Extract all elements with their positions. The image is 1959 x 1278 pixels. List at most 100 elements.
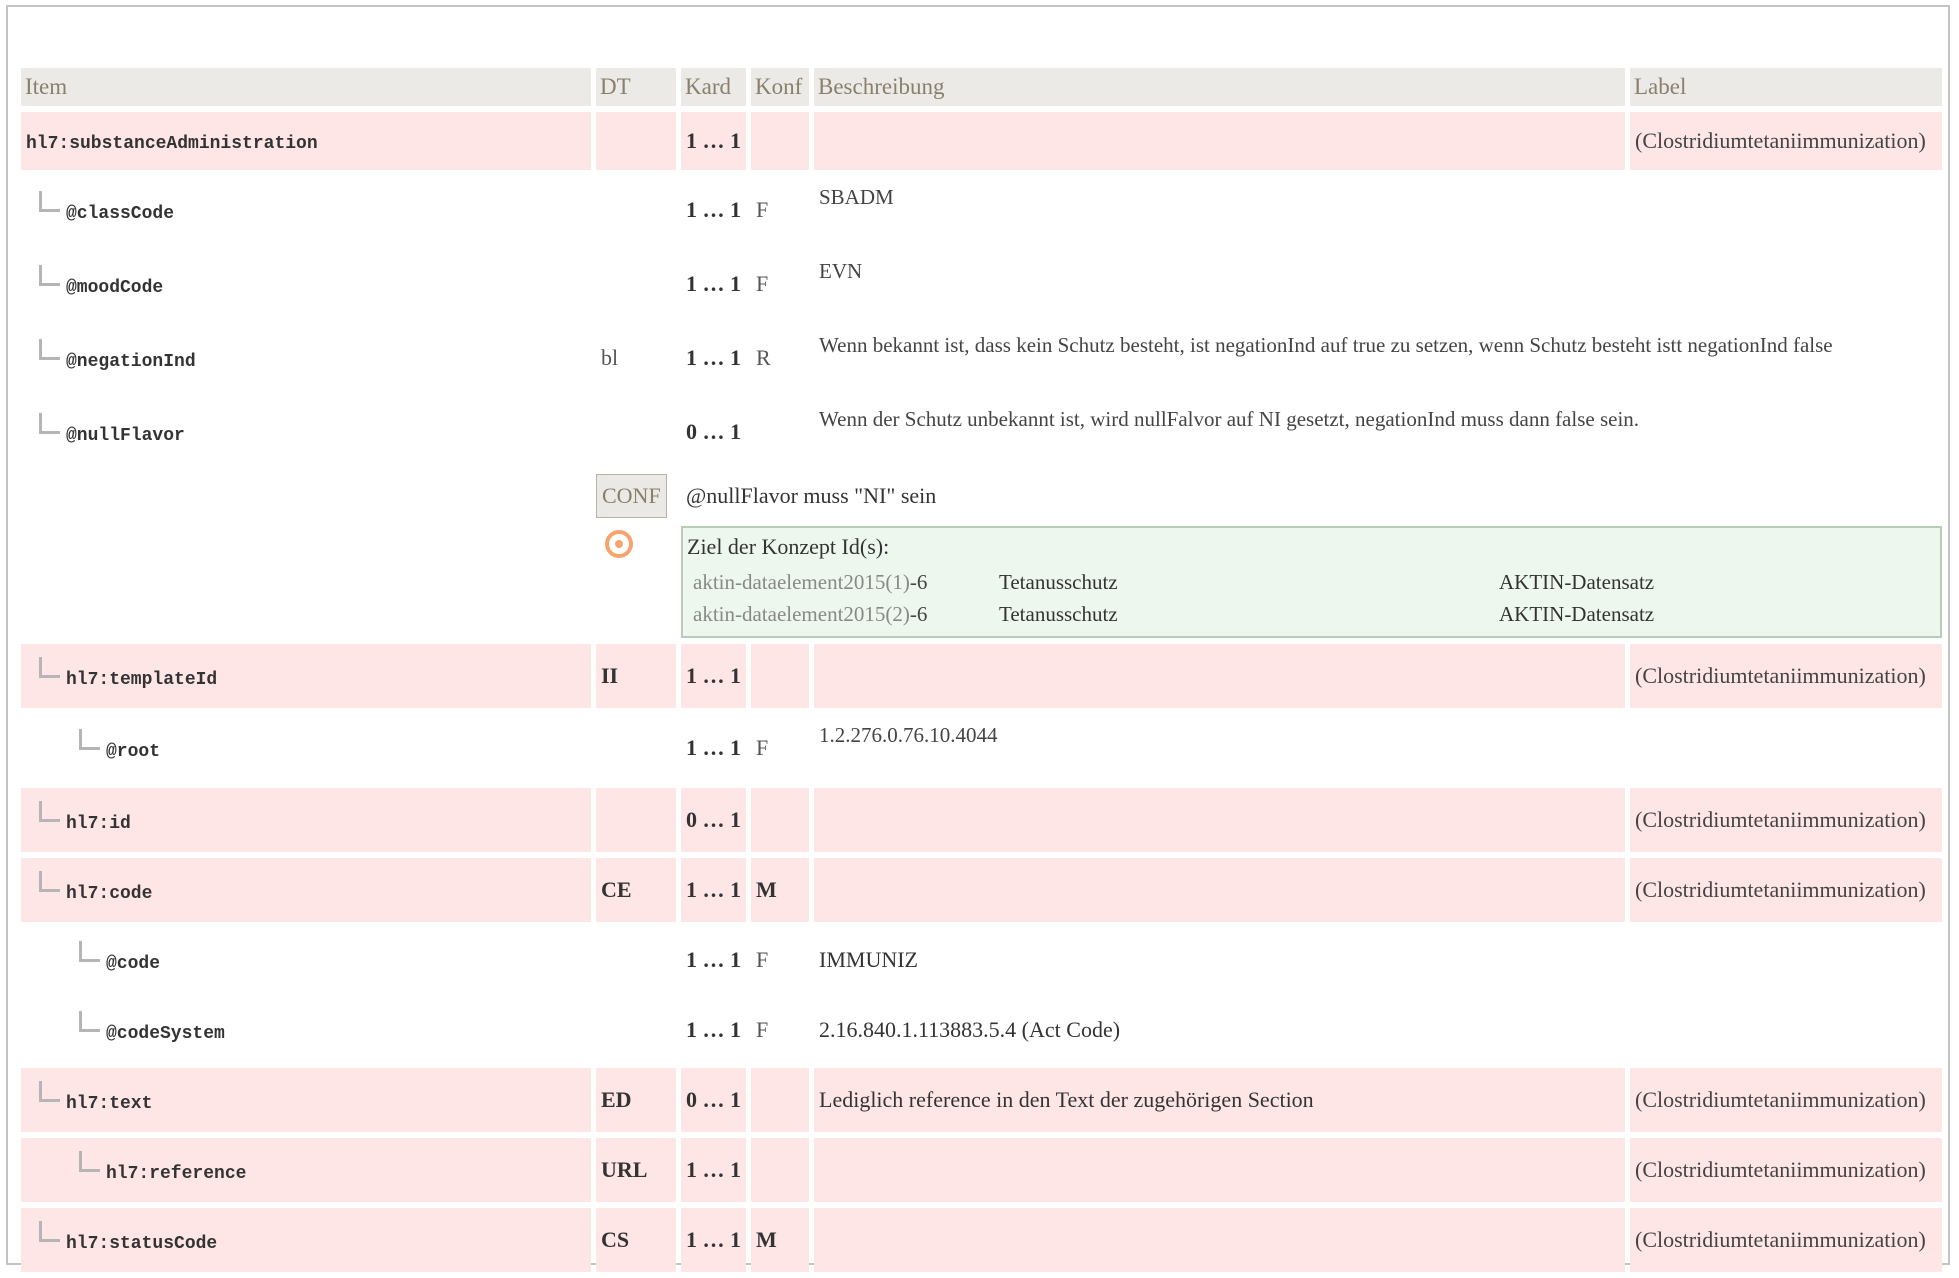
label-cell: (Clostridiumtetaniimmunization) — [1630, 644, 1942, 708]
item-name[interactable]: @root — [106, 742, 160, 762]
kard-cell: 1 … 1 — [686, 735, 741, 760]
tree-connector-icon — [39, 264, 60, 286]
concept-item: aktin-dataelement2015(1)-6 Tetanusschutz… — [687, 566, 1934, 598]
dt-cell — [596, 250, 676, 318]
table-row: @root 1 … 1 F 1.2.276.0.76.10.4044 — [21, 714, 1942, 782]
table-row: @negationInd bl 1 … 1 R Wenn bekannt ist… — [21, 324, 1942, 392]
tree-connector-icon — [39, 1220, 60, 1242]
header-item: Item — [21, 68, 591, 106]
dt-cell: bl — [601, 345, 619, 370]
concept-id-suffix: -6 — [909, 569, 928, 594]
dt-cell — [596, 398, 676, 466]
desc-cell — [814, 644, 1625, 708]
desc-cell: Wenn der Schutz unbekannt ist, wird null… — [819, 407, 1640, 431]
conf-text: @nullFlavor muss "NI" sein — [686, 483, 937, 508]
label-cell: (Clostridiumtetaniimmunization) — [1630, 788, 1942, 852]
konf-cell: F — [756, 271, 769, 296]
item-name[interactable]: @negationInd — [66, 352, 196, 372]
item-name[interactable]: hl7:text — [66, 1094, 152, 1114]
dt-cell: URL — [596, 1138, 676, 1202]
dt-cell — [596, 928, 676, 992]
item-name[interactable]: hl7:substanceAdministration — [26, 134, 318, 154]
concept-id-suffix: -6 — [909, 601, 928, 626]
dt-cell — [596, 176, 676, 244]
table-row: hl7:templateId II 1 … 1 (Clostridiumteta… — [21, 644, 1942, 708]
table-row: hl7:substanceAdministration 1 … 1 (Clost… — [21, 112, 1942, 170]
concept-id-link[interactable]: aktin-dataelement2015(2) — [693, 602, 910, 626]
label-cell — [1630, 176, 1942, 244]
item-name[interactable]: @classCode — [66, 204, 174, 224]
kard-cell: 1 … 1 — [686, 271, 741, 296]
item-name[interactable]: hl7:templateId — [66, 670, 217, 690]
template-table: Item DT Kard Konf Beschreibung Label hl7… — [16, 62, 1947, 1278]
konf-cell: F — [756, 1017, 769, 1042]
konf-cell — [751, 112, 809, 170]
dt-cell — [596, 998, 676, 1062]
concept-dataset: AKTIN-Datensatz — [1499, 569, 1655, 594]
kard-cell: 0 … 1 — [686, 419, 741, 444]
desc-cell: 1.2.276.0.76.10.4044 — [819, 723, 998, 747]
kard-cell: 1 … 1 — [681, 112, 746, 170]
header-dt: DT — [596, 68, 676, 106]
concept-title: Ziel der Konzept Id(s): — [687, 534, 890, 559]
label-cell — [1630, 250, 1942, 318]
item-name[interactable]: @codeSystem — [106, 1024, 225, 1044]
tree-connector-icon — [39, 190, 60, 212]
label-cell — [1630, 714, 1942, 782]
tree-connector-icon — [79, 940, 100, 962]
concept-name: Tetanusschutz — [999, 569, 1118, 594]
table-row: @code 1 … 1 F IMMUNIZ — [21, 928, 1942, 992]
tree-connector-icon — [39, 1080, 60, 1102]
dt-cell: ED — [596, 1068, 676, 1132]
desc-cell: Lediglich reference in den Text der zuge… — [814, 1068, 1625, 1132]
concept-dataset: AKTIN-Datensatz — [1499, 601, 1655, 626]
tree-connector-icon — [79, 1150, 100, 1172]
kard-cell: 1 … 1 — [686, 947, 741, 972]
label-cell: (Clostridiumtetaniimmunization) — [1630, 112, 1942, 170]
concept-id-link[interactable]: aktin-dataelement2015(1) — [693, 570, 910, 594]
label-cell: (Clostridiumtetaniimmunization) — [1630, 1068, 1942, 1132]
dt-cell: CE — [596, 858, 676, 922]
konf-cell: M — [751, 858, 809, 922]
konf-cell: M — [751, 1208, 809, 1272]
konf-cell: F — [756, 735, 769, 760]
desc-cell — [814, 112, 1625, 170]
item-name[interactable]: hl7:id — [66, 814, 131, 834]
item-name[interactable]: hl7:reference — [106, 1164, 246, 1184]
desc-cell — [814, 1138, 1625, 1202]
table-row: @nullFlavor 0 … 1 Wenn der Schutz unbeka… — [21, 398, 1942, 466]
kard-cell: 1 … 1 — [681, 858, 746, 922]
konf-cell: F — [756, 197, 769, 222]
tree-connector-icon — [79, 728, 100, 750]
concept-item: aktin-dataelement2015(2)-6 Tetanusschutz… — [687, 598, 1934, 630]
label-cell: (Clostridiumtetaniimmunization) — [1630, 1138, 1942, 1202]
kard-cell: 1 … 1 — [686, 197, 741, 222]
label-cell: (Clostridiumtetaniimmunization) — [1630, 858, 1942, 922]
konf-cell: R — [756, 345, 771, 370]
kard-cell: 1 … 1 — [681, 644, 746, 708]
konf-cell — [751, 788, 809, 852]
konf-cell — [751, 1138, 809, 1202]
item-name[interactable]: hl7:code — [66, 884, 152, 904]
item-name[interactable]: @code — [106, 954, 160, 974]
tree-connector-icon — [39, 412, 60, 434]
target-icon[interactable] — [605, 530, 633, 558]
label-cell: (Clostridiumtetaniimmunization) — [1630, 1208, 1942, 1272]
desc-cell — [814, 1208, 1625, 1272]
kard-cell: 0 … 1 — [681, 788, 746, 852]
table-row: hl7:reference URL 1 … 1 (Clostridiumteta… — [21, 1138, 1942, 1202]
table-header-row: Item DT Kard Konf Beschreibung Label — [21, 68, 1942, 106]
dt-cell: CS — [596, 1208, 676, 1272]
table-row: @moodCode 1 … 1 F EVN — [21, 250, 1942, 318]
header-konf: Konf — [751, 68, 809, 106]
kard-cell: 1 … 1 — [681, 1208, 746, 1272]
conf-badge: CONF — [596, 474, 667, 518]
header-kard: Kard — [681, 68, 746, 106]
label-cell — [1630, 928, 1942, 992]
item-name[interactable]: @nullFlavor — [66, 426, 185, 446]
desc-cell: EVN — [819, 259, 863, 283]
item-name[interactable]: @moodCode — [66, 278, 163, 298]
tree-connector-icon — [79, 1010, 100, 1032]
table-row: @codeSystem 1 … 1 F 2.16.840.1.113883.5.… — [21, 998, 1942, 1062]
desc-cell — [814, 788, 1625, 852]
